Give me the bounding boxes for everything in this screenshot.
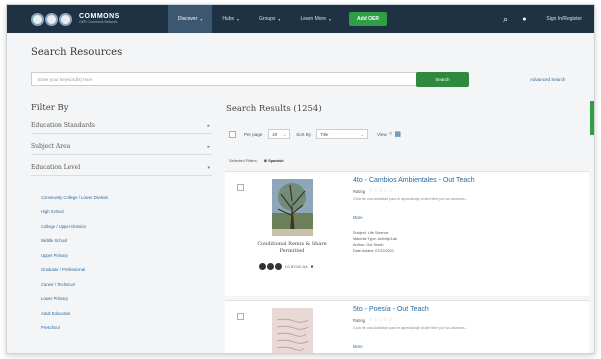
logo-sub-text: OER Commons Network xyxy=(79,20,118,25)
star-rating-icon[interactable]: ☆☆☆☆☆ xyxy=(368,317,393,323)
level-item-preschool[interactable]: Preschool xyxy=(41,321,108,336)
date-added-text: Date Added: 07/22/2021 xyxy=(353,249,394,254)
filter-section-label: Education Standards xyxy=(31,122,95,129)
rating-label: Rating xyxy=(353,317,366,323)
grid-view-icon[interactable]: ▦ xyxy=(394,130,401,138)
info-icon[interactable]: ● xyxy=(310,264,313,270)
chevron-down-icon: ▾ xyxy=(329,16,332,22)
select-all-checkbox[interactable] xyxy=(229,130,236,138)
result-title-link[interactable]: 5to - Poesía - Out Teach xyxy=(353,306,429,313)
main-menu: Discover ▾ Hubs ▾ Groups ▾ Learn More ▾ … xyxy=(167,5,387,33)
filter-section-education-standards[interactable]: Education Standards ▸ xyxy=(31,118,212,134)
nav-item-learn-more[interactable]: Learn More ▾ xyxy=(290,5,341,33)
star-rating-icon[interactable]: ☆☆☆☆☆ xyxy=(368,188,393,194)
results-title: Search Results (1254) xyxy=(226,104,322,114)
selected-filter-value: Spanish xyxy=(268,158,284,163)
selected-filters: Selected Filters: ⊗ Spanish xyxy=(229,158,284,163)
result-checkbox[interactable] xyxy=(237,313,244,320)
level-item-career-technical[interactable]: Career / Technical xyxy=(41,277,108,292)
filter-title: Filter By xyxy=(31,103,69,113)
more-link[interactable]: More xyxy=(353,344,363,349)
chevron-down-icon: ▾ xyxy=(278,16,281,22)
logo-text: COMMONS OER Commons Network xyxy=(79,13,120,25)
nav-item-groups[interactable]: Groups ▾ xyxy=(249,5,290,33)
resource-thumbnail[interactable] xyxy=(272,179,313,236)
per-page-select[interactable]: 20 ⌄ xyxy=(268,129,291,139)
view-label: View xyxy=(377,131,387,137)
filter-section-subject-area[interactable]: Subject Area ▸ xyxy=(31,139,212,155)
list-view-icon[interactable]: ○ xyxy=(389,131,393,137)
result-description: Guía de una Actividad para el aprendizaj… xyxy=(353,197,468,201)
filter-section-label: Subject Area xyxy=(31,143,71,150)
level-item-upper-primary[interactable]: Upper Primary xyxy=(41,248,108,263)
nav-item-discover[interactable]: Discover ▾ xyxy=(167,5,213,33)
level-item-middle-school[interactable]: Middle School xyxy=(41,234,108,249)
logo-circle-icon xyxy=(45,12,58,26)
caret-down-icon: ▾ xyxy=(207,164,210,171)
search-button[interactable]: Search xyxy=(416,72,469,87)
feedback-tab[interactable] xyxy=(590,101,594,135)
result-title-link[interactable]: 4to - Cambios Ambientales - Out Teach xyxy=(353,177,475,184)
result-card: Conditional Remix & Share Permitted CC B… xyxy=(225,171,589,296)
nav-right: ⌕ ● Sign In/Register xyxy=(503,5,582,33)
search-input[interactable]: Enter your keyword(s) here xyxy=(31,72,428,86)
level-item-college-upper-division[interactable]: College / Upper Division xyxy=(41,219,108,234)
nav-item-hubs[interactable]: Hubs ▾ xyxy=(212,5,249,33)
result-metadata: Subject: Life Science Material Type: Act… xyxy=(353,230,397,254)
sign-in-register-link[interactable]: Sign In/Register xyxy=(546,16,582,22)
per-page-label: Per page xyxy=(244,131,263,137)
license-code: CC BY-NC-SA xyxy=(285,264,308,269)
browser-frame: COMMONS OER Commons Network Discover ▾ H… xyxy=(6,4,595,354)
level-item-graduate-professional[interactable]: Graduate / Professional xyxy=(41,263,108,278)
page-title: Search Resources xyxy=(31,47,123,58)
nc-icon xyxy=(275,263,282,270)
oer-commons-logo[interactable]: COMMONS OER Commons Network xyxy=(31,12,120,26)
nav-item-label: Groups xyxy=(259,16,276,22)
level-item-high-school[interactable]: High School xyxy=(41,205,108,220)
chevron-down-icon: ⌄ xyxy=(282,131,287,137)
level-item-lower-primary[interactable]: Lower Primary xyxy=(41,292,108,307)
top-navigation: COMMONS OER Commons Network Discover ▾ H… xyxy=(7,5,594,33)
caret-right-icon: ▸ xyxy=(207,122,210,129)
level-item-community-college[interactable]: Community College / Lower Division xyxy=(41,190,108,205)
result-checkbox[interactable] xyxy=(237,184,244,191)
rating: Rating ☆☆☆☆☆ xyxy=(353,317,393,323)
bell-icon[interactable]: ● xyxy=(522,16,526,23)
caret-right-icon: ▸ xyxy=(207,143,210,150)
chevron-down-icon: ▾ xyxy=(237,16,240,22)
add-oer-button[interactable]: Add OER xyxy=(349,12,387,26)
selected-filter-chip[interactable]: ⊗ Spanish xyxy=(264,158,284,163)
logo-circle-icon xyxy=(59,12,72,26)
chevron-down-icon: ▾ xyxy=(200,16,203,22)
license-badges[interactable]: CC BY-NC-SA ● xyxy=(259,263,313,270)
logo-main-text: COMMONS xyxy=(79,13,120,21)
resource-thumbnail[interactable] xyxy=(272,308,313,353)
advanced-search-link[interactable]: Advanced Search xyxy=(530,77,566,82)
logo-circle-icon xyxy=(31,12,44,26)
rating: Rating ☆☆☆☆☆ xyxy=(353,188,393,194)
selected-filters-label: Selected Filters: xyxy=(229,158,258,163)
chevron-down-icon: ⌄ xyxy=(360,131,365,137)
sort-by-label: Sort By xyxy=(296,131,312,137)
rating-label: Rating xyxy=(353,188,366,194)
per-page-value: 20 xyxy=(272,131,278,137)
sort-by-select[interactable]: Title ⌄ xyxy=(316,129,369,139)
search-icon[interactable]: ⌕ xyxy=(503,14,508,24)
results-toolbar: Per page 20 ⌄ Sort By Title ⌄ View ○ ▦ xyxy=(229,129,401,139)
result-description: Guía de una Actividad para el aprendizaj… xyxy=(353,326,468,330)
by-icon xyxy=(267,263,274,270)
more-link[interactable]: More xyxy=(353,215,363,220)
cc-icon xyxy=(259,263,266,270)
license-label: Conditional Remix & Share Permitted xyxy=(257,241,327,254)
education-level-list: Community College / Lower Division High … xyxy=(41,190,108,335)
sort-by-value: Title xyxy=(320,131,329,137)
filter-section-education-level[interactable]: Education Level ▾ xyxy=(31,160,212,176)
nav-item-label: Discover xyxy=(177,16,198,22)
result-card: 5to - Poesía - Out Teach Rating ☆☆☆☆☆ Gu… xyxy=(225,300,589,353)
level-item-adult-education[interactable]: Adult Education xyxy=(41,306,108,321)
filter-section-label: Education Level xyxy=(31,164,81,171)
nav-item-label: Learn More xyxy=(300,16,327,22)
nav-item-label: Hubs xyxy=(222,16,234,22)
